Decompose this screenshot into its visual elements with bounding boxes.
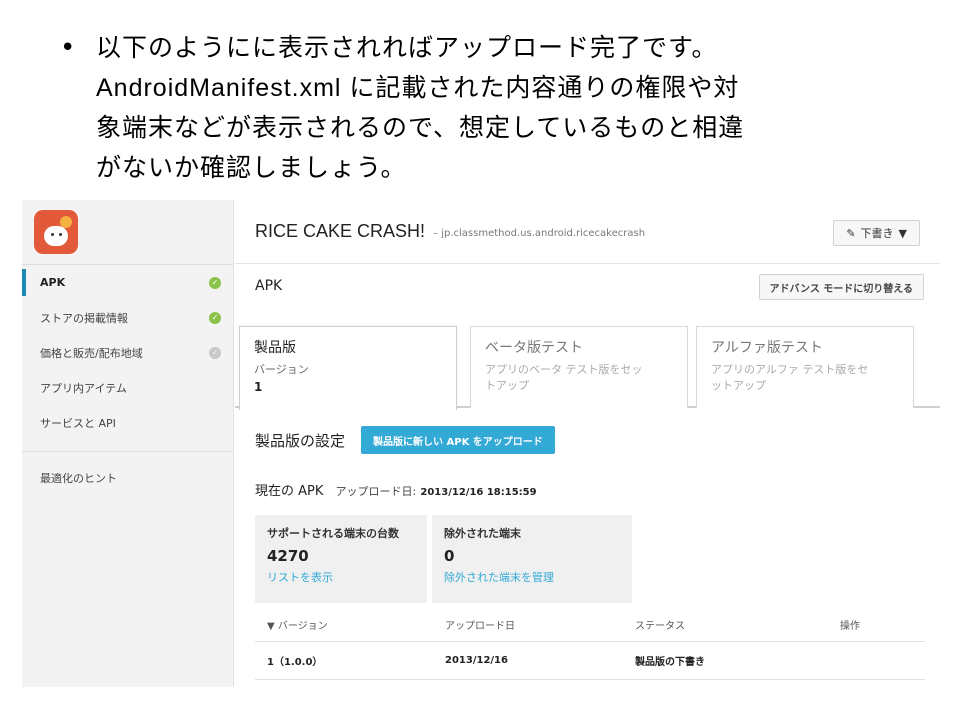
sidebar-item-services-api[interactable]: サービスと API bbox=[22, 405, 233, 440]
draft-label: 下書き bbox=[860, 227, 894, 240]
upload-date-label: アップロード日: bbox=[335, 485, 417, 498]
tab-subtitle: バージョン bbox=[254, 363, 309, 376]
caption-line-2: AndroidManifest.xml に記載された内容通りの権限や対 bbox=[96, 74, 740, 102]
section-title: APK bbox=[255, 278, 283, 294]
caption-line-3: 象端末などが表示されるので、想定しているものと相違 bbox=[96, 113, 745, 142]
sidebar-item-label: APK bbox=[40, 276, 66, 289]
tab-title: 製品版 bbox=[254, 340, 296, 356]
tab-subtitle: アプリのアルファ テスト版をセットアップ bbox=[711, 363, 869, 392]
sidebar-item-label: ストアの掲載情報 bbox=[40, 311, 128, 325]
sidebar-nav: APK ✓ ストアの掲載情報 ✓ 価格と販売/配布地域 ✓ アプリ内アイテム サ… bbox=[22, 264, 233, 496]
production-settings: 製品版の設定 製品版に新しい APK をアップロード bbox=[255, 426, 555, 454]
logo-area bbox=[22, 200, 233, 264]
slide-caption: • 以下のようにに表示されればアップロード完了です。 AndroidManife… bbox=[60, 28, 940, 188]
bullet-text: 以下のようにに表示されればアップロード完了です。 AndroidManifest… bbox=[96, 28, 940, 188]
sidebar: APK ✓ ストアの掲載情報 ✓ 価格と販売/配布地域 ✓ アプリ内アイテム サ… bbox=[22, 200, 234, 687]
pending-check-icon: ✓ bbox=[209, 346, 221, 359]
manage-excluded-link[interactable]: 除外された端末を管理 bbox=[444, 569, 620, 585]
app-icon[interactable] bbox=[34, 210, 78, 254]
package-name: – jp.classmethod.us.android.ricecakecras… bbox=[433, 228, 646, 239]
current-apk-info: 現在の APK アップロード日: 2013/12/16 18:15:59 bbox=[255, 480, 537, 499]
console-screenshot: APK ✓ ストアの掲載情報 ✓ 価格と販売/配布地域 ✓ アプリ内アイテム サ… bbox=[22, 200, 940, 687]
check-icon: ✓ bbox=[209, 311, 221, 324]
tab-title: アルファ版テスト bbox=[711, 340, 823, 356]
sidebar-item-pricing[interactable]: 価格と販売/配布地域 ✓ bbox=[22, 335, 233, 370]
stat-value: 0 bbox=[444, 547, 455, 565]
tab-production[interactable]: 製品版 バージョン 1 bbox=[239, 326, 457, 410]
cell-status: 製品版の下書き bbox=[635, 657, 705, 668]
sidebar-item-optimization-tips[interactable]: 最適化のヒント bbox=[22, 460, 233, 496]
app-header: RICE CAKE CRASH! – jp.classmethod.us.and… bbox=[235, 200, 940, 264]
caption-line-1: 以下のようにに表示されればアップロード完了です。 bbox=[96, 33, 718, 62]
supported-devices-card: サポートされる端末の台数 4270 リストを表示 bbox=[255, 515, 427, 603]
divider bbox=[22, 440, 233, 452]
current-apk-label: 現在の APK bbox=[255, 484, 324, 499]
caption-line-4: がないか確認しましょう。 bbox=[96, 153, 407, 182]
table-header: ▼ バージョン アップロード日 ステータス 操作 bbox=[255, 608, 925, 642]
column-status: ステータス bbox=[635, 621, 685, 632]
cell-version: 1（1.0.0） bbox=[267, 657, 323, 668]
sidebar-item-store-listing[interactable]: ストアの掲載情報 ✓ bbox=[22, 300, 233, 335]
main-content: RICE CAKE CRASH! – jp.classmethod.us.and… bbox=[235, 200, 940, 687]
tab-alpha[interactable]: アルファ版テスト アプリのアルファ テスト版をセットアップ bbox=[696, 326, 914, 408]
sidebar-item-apk[interactable]: APK ✓ bbox=[22, 265, 233, 300]
stat-value: 4270 bbox=[267, 547, 309, 565]
column-upload-date: アップロード日 bbox=[445, 621, 515, 632]
release-tabs: 製品版 バージョン 1 ベータ版テスト アプリのベータ テスト版をセットアップ … bbox=[235, 324, 940, 410]
apk-section-header: APK アドバンス モードに切り替える bbox=[235, 264, 940, 308]
bullet-marker: • bbox=[60, 33, 76, 63]
tab-beta[interactable]: ベータ版テスト アプリのベータ テスト版をセットアップ bbox=[470, 326, 688, 408]
upload-apk-button[interactable]: 製品版に新しい APK をアップロード bbox=[361, 426, 555, 454]
sidebar-item-in-app-products[interactable]: アプリ内アイテム bbox=[22, 370, 233, 405]
chevron-down-icon: ▼ bbox=[898, 226, 907, 240]
stat-label: 除外された端末 bbox=[444, 527, 521, 540]
sidebar-item-label: 価格と販売/配布地域 bbox=[40, 346, 143, 360]
upload-date-value: 2013/12/16 18:15:59 bbox=[420, 487, 537, 498]
pencil-icon: ✎ bbox=[846, 226, 856, 240]
stat-label: サポートされる端末の台数 bbox=[267, 527, 399, 540]
tab-version-value: 1 bbox=[254, 380, 263, 394]
app-title: RICE CAKE CRASH! bbox=[255, 221, 426, 241]
advanced-mode-button[interactable]: アドバンス モードに切り替える bbox=[758, 274, 924, 300]
tab-title: ベータ版テスト bbox=[485, 340, 583, 356]
tab-subtitle: アプリのベータ テスト版をセットアップ bbox=[485, 363, 643, 392]
column-version[interactable]: ▼ バージョン bbox=[255, 617, 445, 632]
apk-table: ▼ バージョン アップロード日 ステータス 操作 1（1.0.0） 2013/1… bbox=[255, 608, 925, 680]
excluded-devices-card: 除外された端末 0 除外された端末を管理 bbox=[432, 515, 632, 603]
table-row[interactable]: 1（1.0.0） 2013/12/16 製品版の下書き bbox=[255, 642, 925, 680]
column-actions: 操作 bbox=[840, 621, 860, 632]
sidebar-item-label: アプリ内アイテム bbox=[40, 381, 127, 395]
check-icon: ✓ bbox=[209, 276, 221, 289]
bullet-row: • 以下のようにに表示されればアップロード完了です。 AndroidManife… bbox=[60, 28, 940, 188]
sidebar-item-label: サービスと API bbox=[40, 416, 116, 430]
draft-status-button[interactable]: ✎ 下書き ▼ bbox=[833, 220, 920, 246]
cell-upload-date: 2013/12/16 bbox=[445, 655, 508, 666]
settings-title: 製品版の設定 bbox=[255, 431, 346, 450]
show-list-link[interactable]: リストを表示 bbox=[267, 569, 415, 585]
